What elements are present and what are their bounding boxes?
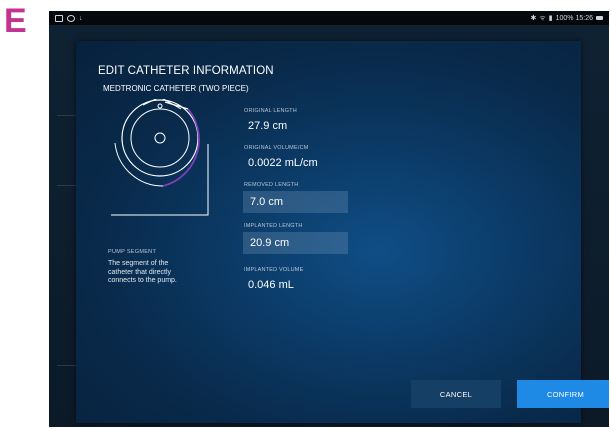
pump-inner-ring bbox=[130, 108, 190, 168]
download-icon: ↓ bbox=[79, 14, 83, 22]
segment-description: The segment of the catheter that directl… bbox=[108, 260, 177, 284]
original-volume-label: ORIGINAL VOLUME/CM bbox=[244, 145, 309, 151]
background-divider bbox=[57, 185, 77, 186]
status-time: 100% 15:26 bbox=[555, 14, 593, 22]
pump-catheter-diagram bbox=[111, 99, 209, 216]
segment-title: PUMP SEGMENT bbox=[108, 249, 157, 255]
catheter-tube-white bbox=[114, 142, 164, 187]
status-bar: ↓ ✱ ᯤ ▮ 100% 15:26 bbox=[49, 11, 609, 25]
catheter-connector bbox=[164, 101, 189, 110]
original-volume-value: 0.0022 mL/cm bbox=[248, 157, 318, 169]
figure-panel-label: E bbox=[4, 2, 27, 40]
original-length-label: ORIGINAL LENGTH bbox=[244, 108, 297, 114]
signal-icon: ▮ bbox=[548, 15, 553, 22]
pump-center-port bbox=[154, 132, 166, 144]
removed-length-input[interactable]: 7.0 cm bbox=[243, 191, 348, 213]
wifi-icon: ᯤ bbox=[539, 14, 546, 22]
implanted-length-input[interactable]: 20.9 cm bbox=[243, 232, 348, 254]
pump-outer-ring bbox=[121, 99, 199, 177]
tablet-screen: ↓ ✱ ᯤ ▮ 100% 15:26 EDIT CATHETER INFORMA… bbox=[49, 11, 609, 427]
status-left-icons: ↓ bbox=[55, 14, 83, 22]
dialog-title: EDIT CATHETER INFORMATION bbox=[98, 65, 274, 77]
implanted-volume-label: IMPLANTED VOLUME bbox=[244, 267, 304, 273]
dialog-subtitle: MEDTRONIC CATHETER (TWO PIECE) bbox=[103, 84, 249, 93]
background-divider bbox=[57, 365, 77, 366]
implanted-length-label: IMPLANTED LENGTH bbox=[244, 223, 303, 229]
original-length-value: 27.9 cm bbox=[248, 120, 288, 132]
bluetooth-icon: ✱ bbox=[530, 15, 537, 22]
implanted-volume-value: 0.046 mL bbox=[248, 279, 294, 291]
edit-catheter-dialog: EDIT CATHETER INFORMATION MEDTRONIC CATH… bbox=[76, 41, 581, 423]
pump-access-port bbox=[157, 103, 163, 109]
removed-length-label: REMOVED LENGTH bbox=[244, 182, 299, 188]
settings-notification-icon bbox=[67, 14, 75, 22]
notification-icon bbox=[55, 14, 63, 22]
cancel-button[interactable]: CANCEL bbox=[411, 380, 501, 408]
status-right-icons: ✱ ᯤ ▮ 100% 15:26 bbox=[530, 14, 603, 23]
background-divider bbox=[57, 115, 77, 116]
confirm-button[interactable]: CONFIRM bbox=[517, 380, 609, 408]
battery-icon bbox=[596, 16, 603, 20]
